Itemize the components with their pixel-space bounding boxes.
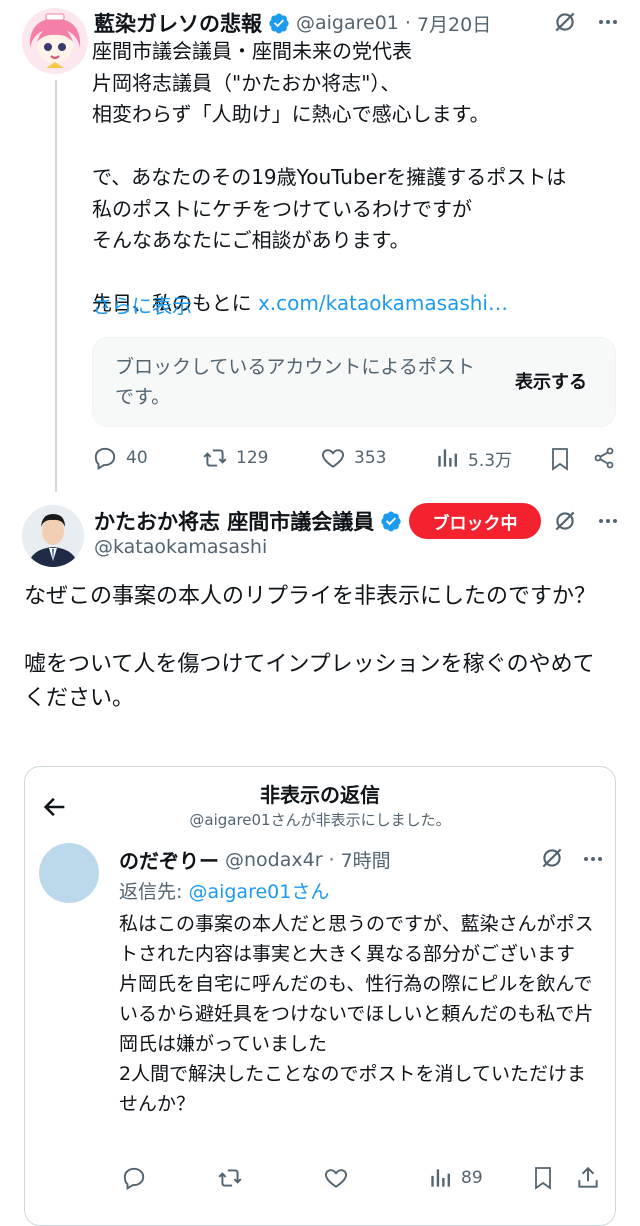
author-name[interactable]: 藍染ガレソの悲報 <box>94 8 262 38</box>
post-text: 座間市議会議員・座間未来の党代表 片岡将志議員（"かたおか将志"）、 相変わらず… <box>92 36 622 320</box>
separator-dot: · <box>404 12 411 34</box>
share-icon[interactable] <box>592 446 616 470</box>
views-button[interactable]: 5.3万 <box>434 445 512 471</box>
more-icon[interactable] <box>596 10 620 34</box>
repost-icon[interactable] <box>217 1165 243 1191</box>
avatar[interactable] <box>22 8 88 74</box>
bookmark-icon[interactable] <box>548 446 572 472</box>
blocked-quote-box: ブロックしているアカウントによるポストです。 表示する <box>92 337 616 427</box>
post-link[interactable]: x.com/kataokamasashi… <box>258 291 508 315</box>
grok-icon[interactable] <box>552 508 578 534</box>
post-time[interactable]: 7時間 <box>341 846 391 873</box>
verified-badge-icon <box>268 12 290 34</box>
show-more-link[interactable]: さらに表示 <box>92 290 192 319</box>
more-icon[interactable] <box>596 509 620 533</box>
more-icon[interactable] <box>581 847 605 871</box>
author-handle[interactable]: @nodax4r <box>225 849 323 871</box>
show-blocked-button[interactable]: 表示する <box>515 368 587 394</box>
author-name[interactable]: かたおか将志 座間市議会議員 <box>94 506 374 536</box>
like-button[interactable]: 353 <box>320 445 386 471</box>
analytics-icon <box>427 1165 453 1191</box>
reply-to-mention[interactable]: @aigare01さん <box>188 881 329 903</box>
like-count: 353 <box>354 448 387 468</box>
heart-icon <box>320 445 346 471</box>
reply-to-label: 返信先: <box>119 881 189 903</box>
reply-button[interactable]: 40 <box>92 445 148 471</box>
quoted-hidden-reply[interactable]: 非表示の返信 @aigare01さんが非表示にしました。 のだぞりー @noda… <box>24 766 616 1226</box>
avatar[interactable] <box>22 505 84 567</box>
repost-count: 129 <box>236 448 269 468</box>
hidden-by-notice: @aigare01さんが非表示にしました。 <box>189 811 451 829</box>
grok-icon[interactable] <box>552 9 578 35</box>
thread-line <box>55 80 57 492</box>
post-date[interactable]: 7月20日 <box>417 10 491 37</box>
post-text: なぜこの事案の本人のリプライを非表示にしたのですか？ 嘘をついて人を傷つけてイン… <box>24 584 597 711</box>
grok-icon[interactable] <box>539 845 565 871</box>
author-handle[interactable]: @kataokamasashi <box>94 536 267 558</box>
repost-button[interactable]: 129 <box>202 445 268 471</box>
reply-icon[interactable] <box>121 1165 147 1191</box>
hidden-replies-title: 非表示の返信 <box>260 783 380 807</box>
reply-icon <box>92 445 118 471</box>
blocked-notice: ブロックしているアカウントによるポストです。 <box>115 356 475 408</box>
analytics-icon <box>434 445 460 471</box>
heart-icon[interactable] <box>323 1165 349 1191</box>
reply-to-line: 返信先: @aigare01さん <box>119 877 329 904</box>
author-name[interactable]: のだぞりー <box>119 845 219 874</box>
separator-dot: · <box>328 848 335 871</box>
verified-badge-icon <box>380 510 402 532</box>
reply-text: 私はこの事案の本人だと思うのですが、藍染さんがポストされた内容は事実と大きく異な… <box>119 913 594 1115</box>
blocked-button[interactable]: ブロック中 <box>409 503 541 539</box>
bookmark-icon[interactable] <box>531 1165 555 1191</box>
views-button[interactable]: 89 <box>427 1165 483 1191</box>
views-count: 89 <box>461 1168 483 1188</box>
reply-count: 40 <box>126 448 148 468</box>
post-text-content: 座間市議会議員・座間未来の党代表 片岡将志議員（"かたおか将志"）、 相変わらず… <box>92 39 567 315</box>
views-count: 5.3万 <box>468 450 513 471</box>
repost-icon <box>202 445 228 471</box>
author-handle[interactable]: @aigare01 <box>296 12 399 34</box>
upload-icon[interactable] <box>575 1165 601 1191</box>
avatar[interactable] <box>39 843 99 903</box>
